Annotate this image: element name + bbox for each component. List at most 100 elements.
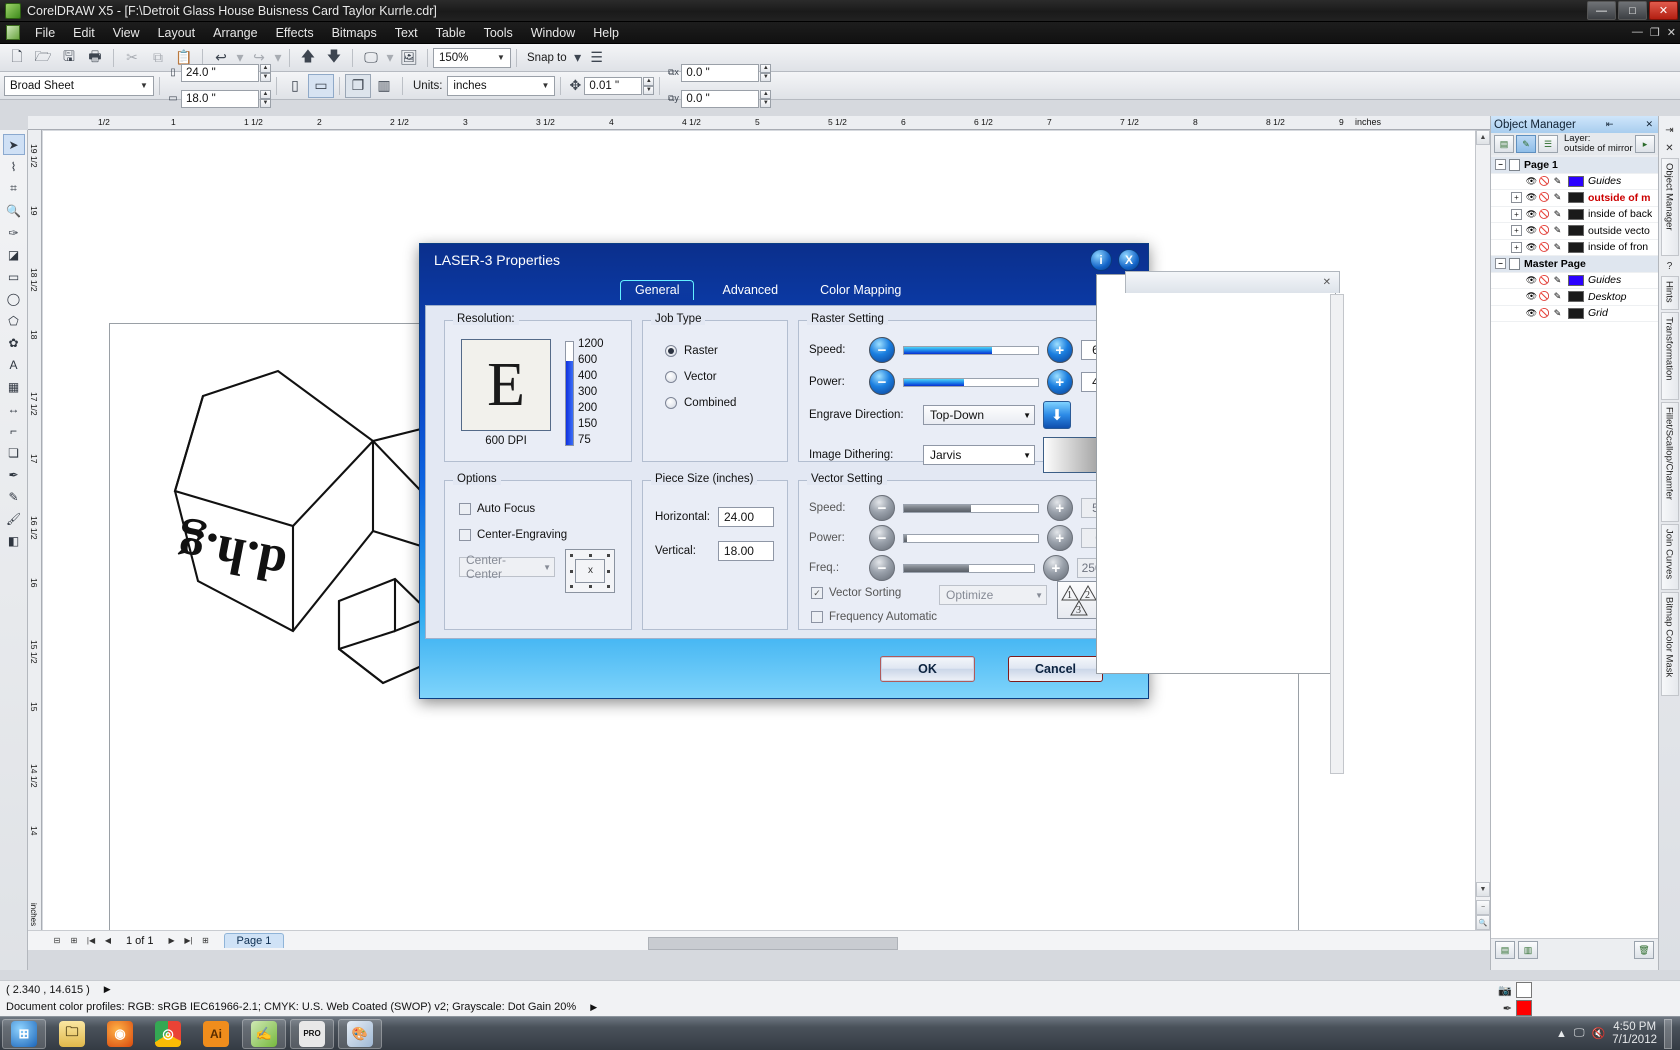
duplicate-distance-y-field[interactable]: 0.0 " [681,89,760,108]
print-disable-icon[interactable]: 🚫 [1538,275,1551,286]
volume-muted-icon[interactable]: 🔇 [1592,1027,1606,1040]
edit-across-layers-icon[interactable]: ✎ [1516,135,1536,153]
print-disable-icon[interactable]: 🚫 [1538,291,1551,302]
outline-color-swatch[interactable] [1516,982,1532,998]
scroll-up-button[interactable]: ▲ [1476,130,1490,145]
new-layer-icon[interactable]: ▤ [1495,941,1515,959]
tab-general[interactable]: General [620,280,695,300]
first-page-icon[interactable]: |◀ [84,933,98,948]
vector-speed-slider[interactable] [903,503,1039,513]
vector-speed-decrement-button[interactable]: − [869,495,895,521]
menu-text[interactable]: Text [386,23,427,43]
menu-file[interactable]: File [26,23,64,43]
pick-tool[interactable]: ➤ [2,134,25,155]
profiles-expand-arrow-icon[interactable]: ▶ [590,1002,597,1013]
units-combo[interactable]: inches ▼ [447,75,556,96]
rectangle-tool[interactable]: ▭ [3,266,25,287]
current-page-icon[interactable]: ▥ [371,74,397,98]
expander-icon[interactable]: + [1511,192,1522,204]
engrave-direction-select[interactable]: Top-Down ▼ [923,405,1035,425]
raster-power-decrement-button[interactable]: − [869,369,895,395]
job-type-raster-row[interactable]: Raster [665,345,718,357]
tree-layer-row[interactable]: 👁 🚫 ✎ Guides [1491,174,1658,190]
close-button[interactable]: ✕ [1649,1,1678,20]
secondary-window-close-icon[interactable]: ✕ [1323,277,1339,288]
layer-color-swatch[interactable] [1568,274,1584,286]
tree-layer-row[interactable]: + 👁 🚫 ✎ inside of fron [1491,240,1658,256]
freehand-tool[interactable]: ✑ [3,222,25,243]
visibility-eye-icon[interactable]: 👁 [1525,275,1538,286]
import-icon[interactable]: 🡅 [295,46,321,70]
resolution-tick-300[interactable]: 300 [578,386,626,398]
ok-button[interactable]: OK [880,656,975,682]
edit-pencil-icon[interactable]: ✎ [1551,308,1564,319]
start-button[interactable]: ⊞ [2,1018,46,1049]
interactive-fill-tool[interactable]: ◧ [3,530,25,551]
snap-to-label[interactable]: Snap to [522,52,572,64]
print-disable-icon[interactable]: 🚫 [1538,308,1551,319]
launch-dropdown-icon[interactable]: ▾ [384,46,396,70]
redo-icon[interactable]: ↪ [246,46,272,70]
layer-color-swatch[interactable] [1568,225,1584,237]
tree-layer-row[interactable]: + 👁 🚫 ✎ outside vecto [1491,223,1658,240]
expander-icon[interactable]: − [1495,258,1506,270]
insert-page-after-icon[interactable]: ⊞ [199,933,213,948]
open-document-icon[interactable]: 🗁 [30,46,56,70]
auto-focus-checkbox-row[interactable]: Auto Focus [459,503,535,515]
secondary-window-scrollbar[interactable] [1330,294,1344,774]
duplicate-distance-x-field[interactable]: 0.0 " [681,63,760,82]
vector-power-slider[interactable] [903,533,1039,543]
raster-speed-increment-button[interactable]: + [1046,337,1073,363]
visibility-eye-icon[interactable]: 👁 [1525,308,1538,319]
job-type-combined-row[interactable]: Combined [665,397,736,409]
polygon-tool[interactable]: ⬠ [3,310,25,331]
raster-speed-decrement-button[interactable]: − [869,337,895,363]
menu-view[interactable]: View [104,23,149,43]
cut-icon[interactable]: ✂ [119,46,145,70]
job-type-raster-radio[interactable] [665,345,677,357]
next-page-icon[interactable]: ▶ [165,933,179,948]
tree-layer-row[interactable]: 👁 🚫 ✎ Grid [1491,306,1658,322]
zoom-in-canvas-button[interactable]: 🔍 [1476,915,1490,930]
tree-page-row[interactable]: − Page 1 [1491,157,1658,174]
canvas-horizontal-scrollbar[interactable] [648,937,898,950]
resolution-tick-200[interactable]: 200 [578,402,626,414]
expander-icon[interactable]: − [1495,159,1506,171]
center-engraving-checkbox[interactable] [459,529,471,541]
redo-dropdown-icon[interactable]: ▾ [272,46,284,70]
edit-pencil-icon[interactable]: ✎ [1551,209,1564,220]
visibility-eye-icon[interactable]: 👁 [1525,242,1538,253]
edit-pencil-icon[interactable]: ✎ [1551,176,1564,187]
page-height-field[interactable]: 18.0 " [181,89,259,108]
nudge-offset-field[interactable]: 0.01 " [584,76,643,95]
tab-advanced[interactable]: Advanced [708,281,792,300]
raster-power-increment-button[interactable]: + [1046,369,1073,395]
edit-pencil-icon[interactable]: ✎ [1551,291,1564,302]
menu-window[interactable]: Window [522,23,584,43]
edit-pencil-icon[interactable]: ✎ [1551,225,1564,236]
tree-page-row[interactable]: − Master Page [1491,256,1658,273]
dialog-close-button[interactable]: X [1118,249,1140,271]
status-expand-arrow-icon[interactable]: ▶ [104,984,111,995]
visibility-eye-icon[interactable]: 👁 [1525,209,1538,220]
zoom-level-combo[interactable]: 150% ▼ [433,47,511,68]
crop-tool[interactable]: ⌗ [3,178,25,199]
docker-options-icon[interactable]: ▸ [1635,135,1655,153]
paper-type-combo[interactable]: Broad Sheet ▼ [4,75,154,96]
menu-bitmaps[interactable]: Bitmaps [323,23,386,43]
snap-to-chevron-icon[interactable]: ▾ [572,46,584,70]
camera-icon[interactable]: 📷 [1498,984,1512,997]
piece-size-vertical-input[interactable]: 18.00 [717,541,774,561]
edit-pencil-icon[interactable]: ✎ [1551,192,1564,203]
tree-layer-row[interactable]: 👁 🚫 ✎ Desktop [1491,289,1658,306]
laser-properties-dialog[interactable]: LASER-3 Properties i X General Advanced … [419,243,1161,699]
visibility-eye-icon[interactable]: 👁 [1525,291,1538,302]
visibility-eye-icon[interactable]: 👁 [1525,225,1538,236]
vertical-ruler[interactable]: 19 1/2 19 18 1/2 18 17 1/2 17 16 1/2 16 15 1/2 15… [28,130,42,930]
show-object-properties-icon[interactable]: ▤ [1494,135,1514,153]
vector-freq-decrement-button[interactable]: − [869,555,895,581]
menu-table[interactable]: Table [427,23,475,43]
print-icon[interactable]: 🖶 [82,46,108,70]
outline-tool[interactable]: ✎ [3,486,25,507]
insert-page-before-icon[interactable]: ⊟ [50,933,64,948]
